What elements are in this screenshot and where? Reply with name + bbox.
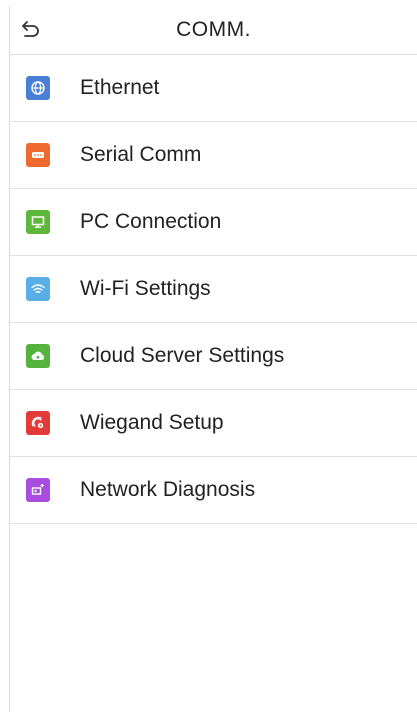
menu-item-pc-connection[interactable]: PC Connection — [10, 189, 417, 256]
menu-item-ethernet[interactable]: Ethernet — [10, 55, 417, 122]
ethernet-globe-icon — [26, 76, 50, 100]
menu-item-label: Wiegand Setup — [80, 411, 224, 434]
menu-item-label: Wi-Fi Settings — [80, 277, 211, 300]
menu-item-label: PC Connection — [80, 210, 222, 233]
wifi-icon — [26, 277, 50, 301]
menu-item-label: Serial Comm — [80, 143, 202, 166]
menu-item-label: Cloud Server Settings — [80, 344, 285, 367]
cloud-server-icon — [26, 344, 50, 368]
menu-item-wifi-settings[interactable]: Wi-Fi Settings — [10, 256, 417, 323]
menu-item-wiegand-setup[interactable]: Wiegand Setup — [10, 390, 417, 457]
comm-menu-list: Ethernet Serial Comm PC Connection Wi-Fi… — [10, 55, 417, 524]
menu-item-serial-comm[interactable]: Serial Comm — [10, 122, 417, 189]
menu-item-cloud-server-settings[interactable]: Cloud Server Settings — [10, 323, 417, 390]
app-frame: COMM. Ethernet Serial Comm PC Connection… — [9, 6, 417, 712]
header-bar: COMM. — [10, 6, 417, 55]
wiegand-icon — [26, 411, 50, 435]
menu-item-label: Network Diagnosis — [80, 478, 256, 501]
pc-connection-icon — [26, 210, 50, 234]
menu-item-network-diagnosis[interactable]: Network Diagnosis — [10, 457, 417, 524]
menu-item-label: Ethernet — [80, 76, 160, 99]
serial-port-icon — [26, 143, 50, 167]
page-title: COMM. — [176, 18, 251, 41]
network-diagnosis-icon — [26, 478, 50, 502]
